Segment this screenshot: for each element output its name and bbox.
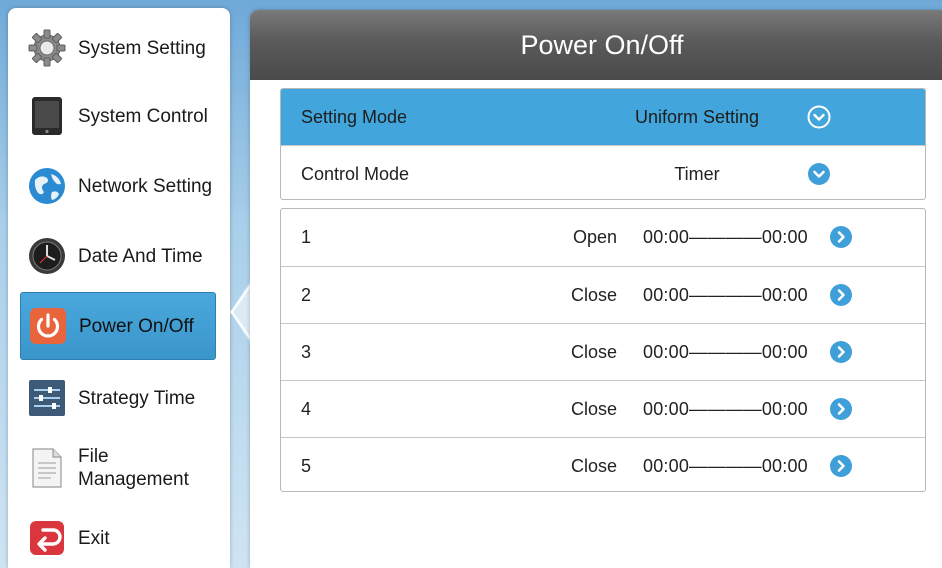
timer-row[interactable]: 2 Close 00:00————00:00 (281, 266, 925, 323)
timer-list: 1 Open 00:00————00:00 2 Close 00:00————0… (280, 208, 926, 492)
sidebar-item-exit[interactable]: Exit (20, 504, 216, 568)
timer-index: 1 (301, 227, 312, 247)
timer-state: Close (570, 342, 617, 362)
sidebar: System Setting System Control Network Se… (8, 8, 230, 568)
timer-state: Close (570, 399, 617, 419)
clock-icon (26, 235, 68, 277)
sidebar-item-strategy-time[interactable]: Strategy Time (20, 364, 216, 432)
timer-time-range: 00:00————00:00 (643, 399, 808, 419)
timer-index: 3 (301, 342, 312, 362)
control-mode-row[interactable]: Control Mode Timer (281, 145, 925, 199)
gear-icon (26, 27, 68, 69)
sidebar-item-label: System Setting (78, 37, 206, 59)
timer-state: Close (570, 456, 617, 476)
sidebar-item-system-control[interactable]: System Control (20, 82, 216, 150)
chevron-right-icon[interactable] (829, 454, 853, 478)
timer-state: Open (572, 227, 617, 247)
sidebar-item-power-on-off[interactable]: Power On/Off (20, 292, 216, 360)
setting-label: Setting Mode (301, 107, 408, 127)
setting-mode-row[interactable]: Setting Mode Uniform Setting (281, 89, 925, 145)
chevron-right-icon[interactable] (829, 397, 853, 421)
main-panel: Power On/Off Setting Mode Uniform Settin… (250, 10, 942, 568)
chevron-right-icon[interactable] (829, 283, 853, 307)
globe-icon (26, 165, 68, 207)
timer-index: 2 (301, 285, 312, 305)
timer-state: Close (570, 285, 617, 305)
chevron-down-icon[interactable] (807, 162, 831, 186)
power-icon (27, 305, 69, 347)
timer-index: 5 (301, 456, 312, 476)
sidebar-item-system-setting[interactable]: System Setting (20, 14, 216, 82)
timer-time-range: 00:00————00:00 (643, 456, 808, 476)
settings-list: Setting Mode Uniform Setting Control Mod… (280, 88, 926, 200)
sidebar-item-label: Exit (78, 527, 110, 549)
sidebar-item-label: Network Setting (78, 175, 213, 197)
timer-time-range: 00:00————00:00 (643, 285, 808, 305)
sidebar-item-network-setting[interactable]: Network Setting (20, 152, 216, 220)
timer-index: 4 (301, 399, 312, 419)
sliders-icon (26, 377, 68, 419)
tablet-icon (26, 95, 68, 137)
setting-value: Timer (674, 164, 720, 184)
chevron-right-icon[interactable] (829, 340, 853, 364)
chevron-right-icon[interactable] (829, 225, 853, 249)
sidebar-item-label: Strategy Time (78, 387, 196, 409)
chevron-down-icon[interactable] (807, 105, 831, 129)
timer-time-range: 00:00————00:00 (643, 227, 808, 247)
exit-icon (26, 517, 68, 559)
timer-row[interactable]: 4 Close 00:00————00:00 (281, 380, 925, 437)
sidebar-item-label: File Management (78, 446, 189, 490)
active-pointer (230, 282, 250, 342)
sidebar-item-label: Power On/Off (79, 315, 194, 337)
setting-label: Control Mode (301, 164, 410, 184)
page-title: Power On/Off (250, 10, 942, 80)
timer-row[interactable]: 3 Close 00:00————00:00 (281, 323, 925, 380)
timer-row[interactable]: 1 Open 00:00————00:00 (281, 209, 925, 266)
document-icon (26, 447, 68, 489)
timer-row[interactable]: 5 Close 00:00————00:00 (281, 437, 925, 491)
sidebar-item-label: Date And Time (78, 245, 203, 267)
sidebar-item-file-management[interactable]: File Management (20, 434, 216, 502)
timer-time-range: 00:00————00:00 (643, 342, 808, 362)
sidebar-item-date-and-time[interactable]: Date And Time (20, 222, 216, 290)
setting-value: Uniform Setting (634, 107, 760, 127)
sidebar-item-label: System Control (78, 105, 208, 127)
